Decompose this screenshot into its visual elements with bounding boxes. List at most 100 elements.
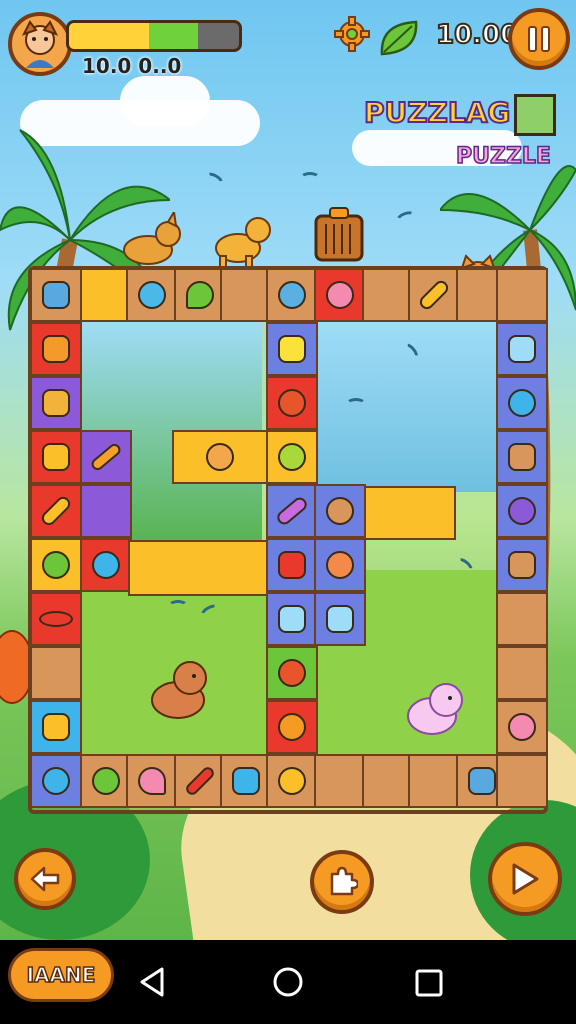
worm-decor xyxy=(346,398,366,410)
banana-item xyxy=(42,443,70,471)
cup-item xyxy=(232,767,260,795)
puzzle-tile[interactable] xyxy=(30,646,82,700)
puzzle-tile[interactable] xyxy=(30,754,82,808)
bird-item xyxy=(508,389,536,417)
puzzle-tile[interactable] xyxy=(128,540,268,596)
back-triangle-icon[interactable] xyxy=(138,966,168,998)
hint-button[interactable] xyxy=(310,850,374,914)
onion-item xyxy=(326,281,354,309)
puzzle-tile[interactable] xyxy=(266,322,318,376)
bear-character xyxy=(151,661,207,719)
fries-item xyxy=(42,335,70,363)
puzzle-tile[interactable] xyxy=(30,538,82,592)
stone-item xyxy=(278,281,306,309)
puzzle-tile[interactable] xyxy=(364,486,456,540)
puzzle-tile[interactable] xyxy=(174,268,226,322)
progress-bar xyxy=(66,20,242,52)
puzzle-tile[interactable] xyxy=(496,430,548,484)
pretzel-item xyxy=(278,767,306,795)
puzzle-tile[interactable] xyxy=(30,268,82,322)
back-button[interactable] xyxy=(14,848,76,910)
puzzle-tile[interactable] xyxy=(174,754,226,808)
donut-item xyxy=(508,713,536,741)
puzzle-tile[interactable] xyxy=(30,376,82,430)
puzzle-tile[interactable] xyxy=(80,268,132,322)
puzzle-tile[interactable] xyxy=(80,538,132,592)
puzzle-tile[interactable] xyxy=(314,484,366,538)
puzzle-tile[interactable] xyxy=(266,754,318,808)
worm-decor xyxy=(300,172,320,184)
puzzle-tile[interactable] xyxy=(266,268,318,322)
puzzle-tile[interactable] xyxy=(172,430,268,484)
puzzle-tile[interactable] xyxy=(496,484,548,538)
puzzle-tile[interactable] xyxy=(80,754,132,808)
name-button[interactable]: IAANE xyxy=(8,948,114,1002)
puzzle-piece-icon xyxy=(330,866,358,896)
avatar-icon xyxy=(22,20,58,68)
worm-decor xyxy=(168,600,188,612)
pear-item xyxy=(186,281,214,309)
apple-item xyxy=(278,443,306,471)
puzzle-tile[interactable] xyxy=(30,322,82,376)
puzzle-tile[interactable] xyxy=(30,592,82,646)
puzzle-tile[interactable] xyxy=(266,538,318,592)
puzzle-tile[interactable] xyxy=(496,322,548,376)
home-circle-icon[interactable] xyxy=(272,966,304,998)
recents-square-icon[interactable] xyxy=(414,968,444,998)
play-button[interactable] xyxy=(488,842,562,916)
fish-item xyxy=(42,767,70,795)
leaf-icon[interactable] xyxy=(378,18,420,58)
puzzle-tile[interactable] xyxy=(408,268,460,322)
eggplant-item xyxy=(274,494,310,528)
puzzle-tile[interactable] xyxy=(266,592,318,646)
puzzle-tile[interactable] xyxy=(496,700,548,754)
puzzle-tile[interactable] xyxy=(496,646,548,700)
face-item xyxy=(206,443,234,471)
puzzle-tile[interactable] xyxy=(220,754,272,808)
fruit-item xyxy=(278,659,306,687)
puzzle-tile[interactable] xyxy=(220,268,272,322)
puzzle-tile[interactable] xyxy=(496,592,548,646)
stairs-item xyxy=(508,443,536,471)
turnip-item xyxy=(468,767,496,795)
radish-item xyxy=(138,281,166,309)
player-avatar[interactable] xyxy=(8,12,72,76)
puzzle-tile[interactable] xyxy=(408,754,460,808)
puzzle-tile[interactable] xyxy=(266,430,318,484)
puzzle-tile[interactable] xyxy=(266,376,318,430)
frame-item xyxy=(278,605,306,633)
stick-item xyxy=(183,764,217,798)
puzzle-tile[interactable] xyxy=(496,538,548,592)
monster-item xyxy=(92,551,120,579)
puzzle-tile[interactable] xyxy=(126,754,178,808)
frog-item xyxy=(92,767,120,795)
box-item xyxy=(508,335,536,363)
puzzle-tile[interactable] xyxy=(266,700,318,754)
puzzle-tile[interactable] xyxy=(314,592,366,646)
puzzle-tile[interactable] xyxy=(80,484,132,538)
puzzle-tile[interactable] xyxy=(266,646,318,700)
cage-icon xyxy=(314,207,364,262)
puzzle-tile[interactable] xyxy=(496,268,548,322)
logo-thumbnail xyxy=(514,94,556,136)
puzzle-tile[interactable] xyxy=(362,754,414,808)
puzzle-tile[interactable] xyxy=(362,268,414,322)
puzzle-tile[interactable] xyxy=(314,538,366,592)
puzzle-tile[interactable] xyxy=(496,376,548,430)
puzzle-tile[interactable] xyxy=(30,700,82,754)
puzzle-tile[interactable] xyxy=(266,484,318,538)
back-arrow-icon xyxy=(30,866,60,892)
slice-item xyxy=(278,713,306,741)
heart-item xyxy=(278,551,306,579)
puzzle-tile[interactable] xyxy=(80,430,132,484)
puzzle-tile[interactable] xyxy=(30,484,82,538)
puzzle-tile[interactable] xyxy=(314,268,366,322)
gear-icon[interactable] xyxy=(334,16,370,52)
puzzle-tile[interactable] xyxy=(126,268,178,322)
progress-bar-fill xyxy=(69,23,199,49)
play-icon xyxy=(512,863,539,895)
puzzle-tile[interactable] xyxy=(496,754,548,808)
puzzle-tile[interactable] xyxy=(30,430,82,484)
pause-button[interactable] xyxy=(508,8,570,70)
puzzle-tile[interactable] xyxy=(314,754,366,808)
